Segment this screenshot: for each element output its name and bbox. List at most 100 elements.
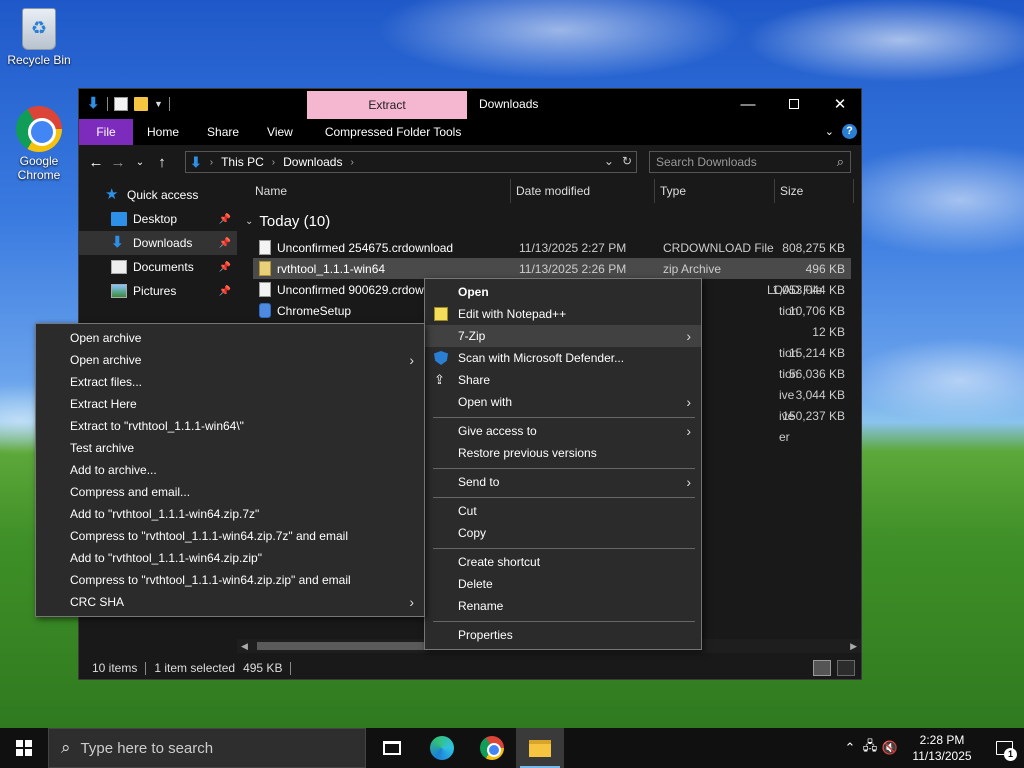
taskbar-chrome[interactable] bbox=[468, 728, 516, 768]
menu-item-cut[interactable]: Cut bbox=[425, 500, 701, 522]
file-row-selected[interactable]: rvthtool_1.1.1-win64 11/13/2025 2:26 PM … bbox=[253, 258, 851, 279]
taskbar-search-placeholder: Type here to search bbox=[80, 739, 214, 757]
file-row[interactable]: Unconfirmed 254675.crdownload 11/13/2025… bbox=[253, 237, 851, 258]
menu-item-extract-here[interactable]: Extract Here bbox=[36, 393, 424, 415]
title-bar[interactable]: ⬇ ▼ Extract Downloads — ✕ bbox=[79, 89, 861, 119]
desktop-icon-google-chrome[interactable]: Google Chrome bbox=[1, 106, 77, 182]
menu-item-extract-to-folder[interactable]: Extract to "rvthtool_1.1.1-win64\" bbox=[36, 415, 424, 437]
nav-item-quick-access[interactable]: ★ Quick access bbox=[79, 183, 237, 207]
column-header-name[interactable]: Name bbox=[255, 179, 287, 203]
menu-item-open-archive[interactable]: Open archive bbox=[36, 327, 424, 349]
forward-button[interactable]: → bbox=[107, 154, 129, 171]
nav-item-documents[interactable]: Documents 📌 bbox=[79, 255, 237, 279]
large-icons-view-button[interactable] bbox=[837, 660, 855, 676]
column-divider[interactable] bbox=[654, 179, 655, 203]
breadcrumb-this-pc[interactable]: This PC bbox=[221, 155, 264, 169]
menu-item-7zip[interactable]: 7-Zip › bbox=[425, 325, 701, 347]
nav-item-pictures[interactable]: Pictures 📌 bbox=[79, 279, 237, 303]
menu-item-label: Send to bbox=[458, 475, 500, 489]
chevron-right-icon[interactable]: › bbox=[350, 157, 353, 168]
chevron-right-icon: › bbox=[686, 423, 691, 439]
menu-item-scan-defender[interactable]: Scan with Microsoft Defender... bbox=[425, 347, 701, 369]
tab-share[interactable]: Share bbox=[193, 119, 253, 145]
breadcrumb-downloads[interactable]: Downloads bbox=[283, 155, 342, 169]
menu-item-open-with[interactable]: Open with › bbox=[425, 391, 701, 413]
column-divider[interactable] bbox=[774, 179, 775, 203]
clock[interactable]: 2:28 PM 11/13/2025 bbox=[906, 732, 978, 764]
menu-item-create-shortcut[interactable]: Create shortcut bbox=[425, 551, 701, 573]
menu-item-rename[interactable]: Rename bbox=[425, 595, 701, 617]
menu-item-delete[interactable]: Delete bbox=[425, 573, 701, 595]
up-button[interactable]: ↑ bbox=[151, 154, 173, 171]
network-icon[interactable]: 🖧 bbox=[860, 737, 880, 759]
column-divider[interactable] bbox=[853, 179, 854, 203]
nav-item-downloads[interactable]: ⬇ Downloads 📌 bbox=[79, 231, 237, 255]
menu-item-extract-files[interactable]: Extract files... bbox=[36, 371, 424, 393]
search-input[interactable]: Search Downloads ⌕ bbox=[649, 151, 851, 173]
expand-ribbon-icon[interactable]: ⌄ bbox=[825, 125, 834, 138]
window-title: Downloads bbox=[479, 97, 539, 111]
tab-view[interactable]: View bbox=[253, 119, 307, 145]
minimize-button[interactable]: — bbox=[725, 89, 771, 119]
menu-item-crc-sha[interactable]: CRC SHA › bbox=[36, 591, 424, 613]
menu-item-compress-7z-email[interactable]: Compress to "rvthtool_1.1.1-win64.zip.7z… bbox=[36, 525, 424, 547]
maximize-button[interactable] bbox=[771, 89, 817, 119]
group-header-today[interactable]: ⌄ Today (10) bbox=[245, 213, 330, 230]
tab-home[interactable]: Home bbox=[133, 119, 193, 145]
menu-item-add-to-7z[interactable]: Add to "rvthtool_1.1.1-win64.zip.7z" bbox=[36, 503, 424, 525]
close-button[interactable]: ✕ bbox=[817, 89, 863, 119]
menu-item-open-archive-submenu[interactable]: Open archive › bbox=[36, 349, 424, 371]
menu-item-send-to[interactable]: Send to › bbox=[425, 471, 701, 493]
recent-locations-button[interactable]: ⌄ bbox=[129, 157, 151, 168]
address-dropdown-icon[interactable]: ⌄ bbox=[604, 154, 614, 168]
taskbar-file-explorer[interactable] bbox=[516, 728, 564, 768]
menu-item-give-access[interactable]: Give access to › bbox=[425, 420, 701, 442]
address-bar[interactable]: ⬇ › This PC › Downloads › ⌄ ↻ bbox=[185, 151, 637, 173]
properties-icon[interactable] bbox=[114, 97, 128, 111]
nav-item-label: Quick access bbox=[127, 188, 199, 202]
scroll-right-icon[interactable]: ▶ bbox=[850, 639, 857, 653]
volume-muted-icon[interactable]: 🔇 bbox=[880, 740, 900, 756]
show-hidden-icons-icon[interactable]: ⌃ bbox=[840, 740, 860, 756]
column-header-type[interactable]: Type bbox=[660, 179, 686, 203]
menu-item-open[interactable]: Open bbox=[425, 281, 701, 303]
taskbar-edge[interactable] bbox=[418, 728, 466, 768]
column-header-size[interactable]: Size bbox=[780, 179, 803, 203]
menu-item-restore-previous[interactable]: Restore previous versions bbox=[425, 442, 701, 464]
extract-context-tab[interactable]: Extract bbox=[307, 91, 467, 119]
file-size: 56,036 KB bbox=[788, 366, 845, 381]
menu-item-share[interactable]: ⇪ Share bbox=[425, 369, 701, 391]
action-center-button[interactable]: 1 bbox=[984, 728, 1024, 768]
setup-icon bbox=[259, 303, 271, 318]
chevron-right-icon[interactable]: › bbox=[272, 157, 275, 168]
menu-divider bbox=[433, 417, 695, 418]
refresh-icon[interactable]: ↻ bbox=[622, 154, 632, 168]
taskbar-search-box[interactable]: ⌕ Type here to search bbox=[48, 728, 366, 768]
menu-item-compress-and-email[interactable]: Compress and email... bbox=[36, 481, 424, 503]
task-view-button[interactable] bbox=[368, 728, 416, 768]
menu-item-properties[interactable]: Properties bbox=[425, 624, 701, 646]
menu-item-copy[interactable]: Copy bbox=[425, 522, 701, 544]
nav-item-desktop[interactable]: Desktop 📌 bbox=[79, 207, 237, 231]
start-button[interactable] bbox=[0, 728, 48, 768]
desktop-icon-recycle-bin[interactable]: Recycle Bin bbox=[1, 8, 77, 67]
menu-item-label: Cut bbox=[458, 504, 477, 518]
menu-item-test-archive[interactable]: Test archive bbox=[36, 437, 424, 459]
tab-file[interactable]: File bbox=[79, 119, 133, 145]
help-icon[interactable]: ? bbox=[842, 124, 857, 139]
tab-compressed-folder-tools[interactable]: Compressed Folder Tools bbox=[311, 119, 476, 145]
menu-item-compress-zip-email[interactable]: Compress to "rvthtool_1.1.1-win64.zip.zi… bbox=[36, 569, 424, 591]
scroll-left-icon[interactable]: ◀ bbox=[241, 639, 248, 653]
details-view-button[interactable] bbox=[813, 660, 831, 676]
new-folder-icon[interactable] bbox=[134, 97, 148, 111]
chevron-right-icon[interactable]: › bbox=[210, 157, 213, 168]
menu-item-add-to-archive[interactable]: Add to archive... bbox=[36, 459, 424, 481]
scrollbar-thumb[interactable] bbox=[257, 642, 437, 650]
menu-item-edit-with-notepadpp[interactable]: Edit with Notepad++ bbox=[425, 303, 701, 325]
customize-toolbar-icon[interactable]: ▼ bbox=[154, 99, 163, 109]
menu-item-add-to-zip[interactable]: Add to "rvthtool_1.1.1-win64.zip.zip" bbox=[36, 547, 424, 569]
back-button[interactable]: ← bbox=[85, 154, 107, 171]
column-divider[interactable] bbox=[510, 179, 511, 203]
desktop-icon-label: Google Chrome bbox=[17, 154, 61, 182]
column-header-date-modified[interactable]: Date modified bbox=[516, 179, 590, 203]
